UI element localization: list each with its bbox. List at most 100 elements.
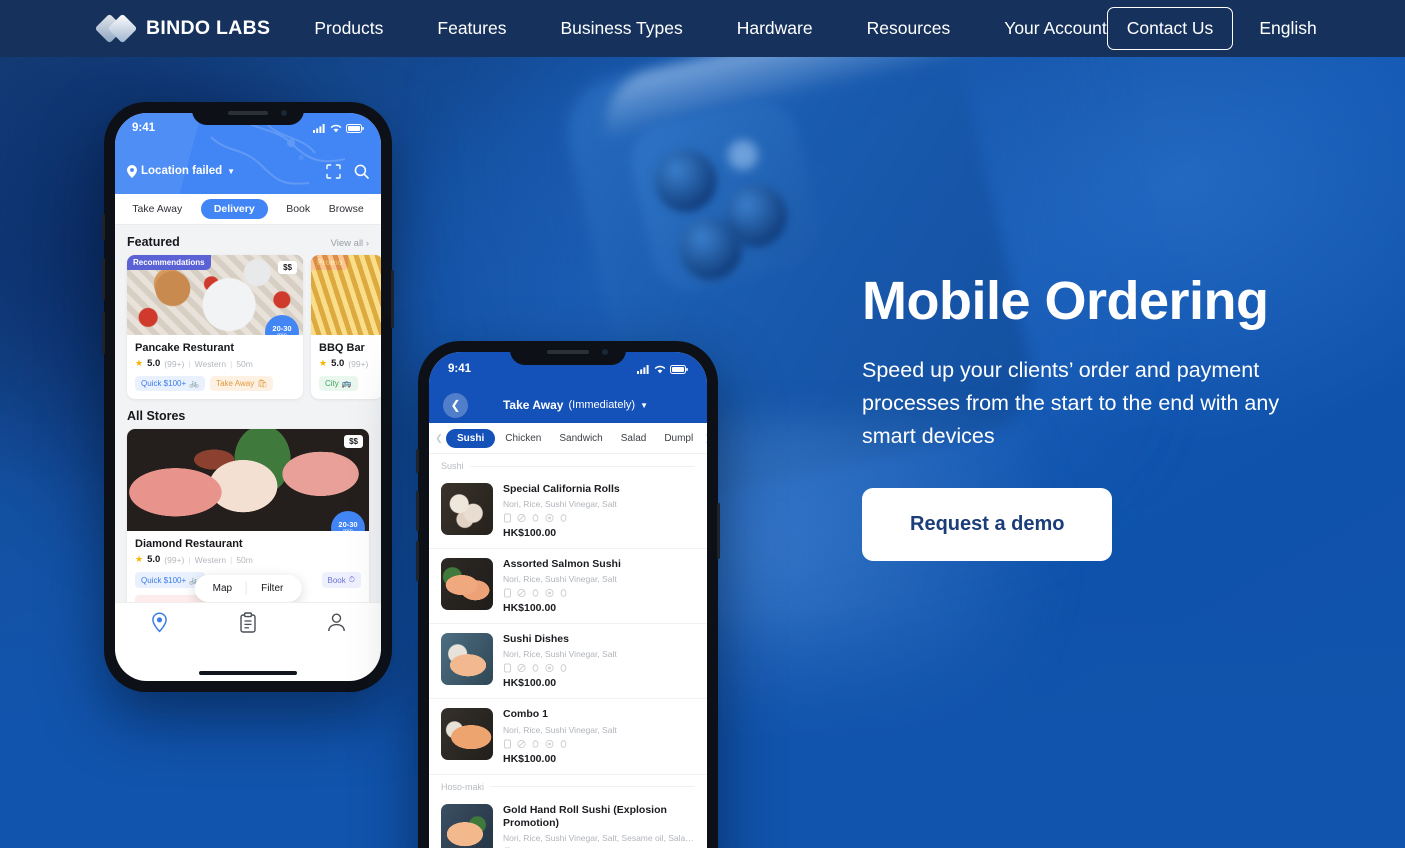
- tab-delivery[interactable]: Delivery: [200, 199, 268, 219]
- chevron-left-icon[interactable]: ❮: [434, 433, 444, 444]
- category-sushi[interactable]: Sushi: [446, 428, 496, 448]
- store-tags: Quick $100+ 🚲 Take Away 🛍: [135, 376, 295, 391]
- tag-city: City 🚌: [319, 376, 358, 391]
- map-button[interactable]: Map: [199, 583, 246, 594]
- tab-take-away[interactable]: Take Away: [132, 203, 182, 215]
- menu-item-name: Gold Hand Roll Sushi (Explosion Promotio…: [503, 803, 667, 829]
- meta-divider: |: [230, 358, 233, 369]
- tag-book: Book ⏱: [321, 572, 361, 588]
- category-chicken[interactable]: Chicken: [497, 429, 549, 448]
- location-pin-icon[interactable]: [149, 611, 170, 633]
- menu-item-image: [441, 803, 493, 848]
- group-label-hosomaki: Hoso-maki: [429, 775, 707, 795]
- brand-logo[interactable]: BINDO LABS: [94, 13, 271, 44]
- no-dairy-icon: [517, 664, 526, 673]
- category-sandwich[interactable]: Sandwich: [551, 429, 610, 448]
- all-stores-title: All Stores: [127, 409, 186, 423]
- person-icon[interactable]: [326, 612, 347, 633]
- store-card-pancake[interactable]: Recommendations $$ 20-30 min Pancake Res…: [127, 255, 303, 399]
- promo-badge: Promo: [311, 255, 349, 270]
- bottom-tab-bar: [115, 602, 381, 651]
- store-meta: ★ 5.0 (99+): [319, 358, 375, 369]
- phone-volume-up-button: [102, 258, 105, 300]
- menu-item[interactable]: Combo 1 Nori, Rice, Sushi Vinegar, Salt …: [429, 699, 707, 775]
- spicy-icon: [532, 514, 539, 522]
- nut-free-icon: [560, 514, 567, 523]
- storefront-body: Featured View all › Recommendations $$ 2…: [115, 225, 381, 651]
- spicy-icon: [532, 664, 539, 672]
- spicy-icon: [532, 589, 539, 597]
- no-dairy-icon: [517, 739, 526, 748]
- store-card-image: $$ 20-30 min: [127, 429, 369, 531]
- phone-notch: [510, 341, 626, 365]
- search-icon[interactable]: [354, 164, 369, 179]
- menu-item-description: Nori, Rice, Sushi Vinegar, Salt: [503, 574, 617, 585]
- no-dairy-icon: [517, 589, 526, 598]
- no-dairy-icon: [517, 514, 526, 523]
- allergen-icon: [504, 739, 511, 748]
- category-dumpling[interactable]: Dumpl: [656, 429, 701, 448]
- menu-item-name: Assorted Salmon Sushi: [503, 558, 621, 571]
- menu-item[interactable]: Sushi Dishes Nori, Rice, Sushi Vinegar, …: [429, 624, 707, 700]
- chevron-right-icon: ›: [365, 238, 369, 249]
- request-demo-button[interactable]: Request a demo: [862, 488, 1113, 562]
- brand-name: BINDO LABS: [146, 17, 271, 39]
- recommendations-badge: Recommendations: [127, 255, 211, 270]
- menu-item-price: HK$100.00: [503, 527, 557, 540]
- clipboard-icon[interactable]: [238, 611, 258, 633]
- menu-item[interactable]: Assorted Salmon Sushi Nori, Rice, Sushi …: [429, 549, 707, 625]
- category-salad[interactable]: Salad: [613, 429, 655, 448]
- filter-button[interactable]: Filter: [247, 583, 297, 594]
- store-meta: ★ 5.0 (99+) | Western | 50m: [135, 358, 295, 369]
- group-label-sushi: Sushi: [429, 454, 707, 474]
- tab-browse[interactable]: Browse: [329, 203, 364, 215]
- delivery-time-badge: 20-30 min: [331, 511, 365, 531]
- nav-item-business-types[interactable]: Business Types: [560, 12, 682, 45]
- tag-quick-delivery: Quick $100+ 🚲: [135, 376, 206, 391]
- menu-item-image: [441, 558, 493, 611]
- distance: 50m: [236, 554, 253, 565]
- wifi-icon: [654, 365, 666, 373]
- phone-volume-down-button: [416, 541, 419, 581]
- chevron-right-icon[interactable]: ❯: [703, 433, 707, 444]
- scan-qr-icon[interactable]: [326, 163, 341, 179]
- nav-item-products[interactable]: Products: [314, 12, 383, 45]
- view-all-label: View all: [330, 238, 364, 249]
- distance: 50m: [236, 358, 253, 369]
- nav-links: Products Features Business Types Hardwar…: [314, 12, 1106, 45]
- chevron-down-icon: ▼: [227, 166, 236, 176]
- language-selector[interactable]: English: [1259, 18, 1316, 39]
- cuisine-type: Western: [194, 554, 227, 565]
- front-camera-icon: [281, 110, 287, 116]
- nav-item-your-account[interactable]: Your Account: [1004, 12, 1107, 45]
- tag-label: Quick $100+: [141, 379, 187, 388]
- group-label-text: Sushi: [441, 461, 464, 471]
- featured-section-header: Featured View all ›: [115, 225, 381, 255]
- menu-item-description: Nori, Rice, Sushi Vinegar, Salt: [503, 499, 617, 510]
- menu-item[interactable]: Special California Rolls Nori, Rice, Sus…: [429, 474, 707, 550]
- store-card-bbq[interactable]: Promo BBQ Bar ★ 5.0 (99+) City 🚌: [311, 255, 381, 399]
- location-label: Location failed: [141, 165, 223, 177]
- order-mode-selector[interactable]: Take Away (Immediately) ▼: [503, 398, 658, 412]
- category-tabs: ❮ Sushi Chicken Sandwich Salad Dumpl ❯: [429, 423, 707, 454]
- tab-book[interactable]: Book: [286, 203, 310, 215]
- menu-item[interactable]: Gold Hand Roll Sushi (Explosion Promotio…: [429, 795, 707, 848]
- menu-item-name: Special California Rolls: [503, 483, 620, 495]
- cellular-signal-icon: [313, 123, 325, 133]
- vegetarian-icon: [545, 739, 554, 748]
- nav-item-hardware[interactable]: Hardware: [737, 12, 813, 45]
- contact-us-button[interactable]: Contact Us: [1106, 7, 1234, 50]
- nav-item-features[interactable]: Features: [437, 12, 506, 45]
- store-tags: City 🚌: [319, 376, 375, 391]
- header-icons: [326, 163, 369, 179]
- nav-item-resources[interactable]: Resources: [867, 12, 951, 45]
- view-all-link[interactable]: View all ›: [331, 238, 369, 249]
- menu-item-description: Nori, Rice, Sushi Vinegar, Salt: [503, 649, 617, 660]
- menu-item-image: [441, 483, 493, 535]
- menu-nav-row: ❮ Take Away (Immediately) ▼: [429, 390, 707, 420]
- back-button[interactable]: ❮: [443, 392, 468, 418]
- nut-free-icon: [560, 589, 567, 598]
- location-row[interactable]: Location failed ▼: [115, 157, 381, 185]
- phone-power-button: [717, 503, 720, 559]
- tag-label: Take Away: [216, 379, 255, 388]
